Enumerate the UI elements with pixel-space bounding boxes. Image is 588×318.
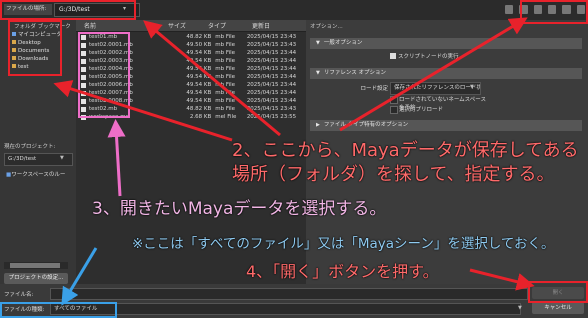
instruction-step3: 3、開きたいMayaデータを選択する。: [92, 199, 387, 219]
selective-preload-label: 選択的プリロード: [399, 107, 444, 113]
file-size-cell: 49.54 KB: [186, 66, 212, 72]
file-date-cell: 2025/04/15 23:44: [246, 50, 297, 56]
file-type-cell: mb File: [215, 90, 236, 96]
collapse-triangle-icon: ▼: [316, 40, 320, 46]
file-list-header: [76, 20, 306, 32]
file-size-cell: 49.54 KB: [186, 50, 212, 56]
file-type-cell: mb File: [215, 58, 236, 64]
collapse-triangle-icon: ▼: [316, 70, 320, 76]
instruction-step2-line2: 場所（フォルダ）を探して、指定する。: [232, 164, 555, 185]
file-date-cell: 2025/04/15 23:44: [246, 74, 297, 80]
file-date-cell: 2025/04/15 23:44: [246, 82, 297, 88]
instruction-step2-line1: 2、ここから、Mayaデータが保存してある: [232, 140, 579, 161]
column-header-name[interactable]: 名前: [84, 22, 96, 31]
file-date-cell: 2025/04/15 23:44: [246, 66, 297, 72]
file-date-cell: 2025/04/15 23:43: [246, 106, 297, 112]
file-type-cell: mb File: [215, 42, 236, 48]
file-size-cell: 49.54 KB: [186, 58, 212, 64]
script-nodes-checkbox[interactable]: [390, 53, 396, 59]
project-settings-button[interactable]: プロジェクトの設定...: [4, 273, 68, 284]
file-type-cell: mb File: [215, 74, 236, 80]
file-size-cell: 49.54 KB: [186, 74, 212, 80]
chevron-down-icon[interactable]: ▼: [518, 304, 524, 313]
file-date-cell: 2025/04/15 23:43: [246, 34, 297, 40]
highlight-path-box: [0, 0, 136, 20]
chevron-down-icon[interactable]: ▼: [60, 154, 66, 163]
expand-triangle-icon: ▶: [316, 122, 320, 128]
file-type-cell: mb File: [215, 106, 236, 112]
file-size-cell: 49.54 KB: [186, 82, 212, 88]
filename-label: ファイル名:: [4, 292, 34, 298]
reserve-namespaces-label: ロードされていないネームスペースを予約: [399, 97, 487, 111]
filetype-options-section[interactable]: ▶ ファイル タイプ特有のオプション: [310, 120, 582, 131]
file-date-cell: 2025/04/15 23:44: [246, 58, 297, 64]
selective-preload-checkbox[interactable]: [390, 106, 398, 114]
load-settings-dropdown[interactable]: 保存されたリファレンスのロード状態をロード: [390, 82, 481, 95]
file-type-cell: mb File: [215, 98, 236, 104]
highlight-filetype-box: [0, 302, 117, 318]
highlight-open-button-box: [528, 281, 588, 303]
sidebar-scrollbar-thumb[interactable]: [10, 263, 60, 268]
file-type-cell: mel File: [215, 114, 237, 120]
options-label: オプション...: [310, 24, 343, 30]
filename-input[interactable]: [50, 288, 528, 300]
highlight-files-box: [78, 32, 130, 118]
workspace-root-item[interactable]: ■ワークスペースのルー: [6, 170, 72, 179]
file-date-cell: 2025/04/15 23:55: [246, 114, 297, 120]
file-type-cell: mb File: [215, 34, 236, 40]
column-header-size[interactable]: サイズ: [168, 22, 186, 31]
instruction-step4: 4、「開く」ボタンを押す。: [246, 262, 439, 281]
file-date-cell: 2025/04/15 23:44: [246, 90, 297, 96]
script-nodes-label: スクリプトノードの実行: [398, 54, 459, 60]
file-type-cell: mb File: [215, 50, 236, 56]
reference-options-section[interactable]: ▼ リファレンス オプション: [310, 68, 582, 79]
current-project-label: 現在のプロジェクト:: [4, 144, 56, 150]
column-header-type[interactable]: タイプ: [208, 22, 226, 31]
file-size-cell: 49.50 KB: [186, 42, 212, 48]
cancel-button[interactable]: キャンセル: [532, 302, 584, 314]
back-icon[interactable]: [505, 5, 514, 14]
load-settings-label: ロード設定: [360, 86, 388, 92]
file-size-cell: 49.54 KB: [186, 90, 212, 96]
file-date-cell: 2025/04/15 23:43: [246, 42, 297, 48]
file-size-cell: 2.68 KB: [189, 114, 212, 120]
general-options-section[interactable]: ▼ 一般オプション: [310, 38, 582, 49]
highlight-favorites-box: [8, 20, 62, 76]
file-size-cell: 48.82 KB: [186, 34, 212, 40]
reserve-namespaces-checkbox[interactable]: [390, 96, 398, 104]
file-type-cell: mb File: [215, 66, 236, 72]
chevron-down-icon[interactable]: ▼: [470, 83, 476, 92]
highlight-toolbar-box: [520, 0, 588, 24]
instruction-note: ※ここは「すべてのファイル」又は「Mayaシーン」を選択しておく。: [132, 236, 555, 252]
file-size-cell: 49.54 KB: [186, 98, 212, 104]
file-date-cell: 2025/04/15 23:44: [246, 98, 297, 104]
file-type-cell: mb File: [215, 82, 236, 88]
column-header-date[interactable]: 更新日: [252, 22, 270, 31]
filetype-dropdown[interactable]: すべてのファイル: [50, 303, 521, 315]
file-size-cell: 48.82 KB: [186, 106, 212, 112]
